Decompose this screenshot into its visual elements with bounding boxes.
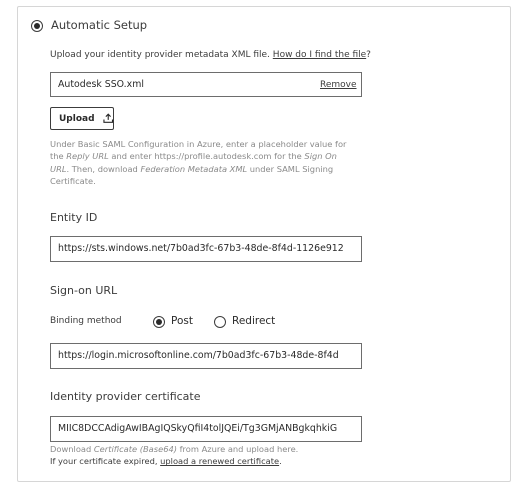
certificate-help: Download Certificate (Base64) from Azure… bbox=[50, 444, 299, 467]
entity-id-input[interactable]: https://sts.windows.net/7b0ad3fc-67b3-48… bbox=[50, 236, 362, 262]
binding-redirect-label: Redirect bbox=[232, 315, 276, 327]
upload-button-label: Upload bbox=[59, 113, 95, 124]
upload-renewed-certificate-link[interactable]: upload a renewed certificate bbox=[160, 456, 279, 466]
upload-prompt: Upload your identity provider metadata X… bbox=[50, 50, 371, 60]
binding-post-radio[interactable] bbox=[153, 316, 165, 328]
upload-icon bbox=[102, 113, 113, 123]
binding-redirect-radio[interactable] bbox=[214, 316, 226, 328]
sign-on-url-label: Sign-on URL bbox=[50, 284, 118, 297]
upload-button[interactable]: Upload bbox=[50, 107, 114, 130]
binding-post-label: Post bbox=[171, 315, 193, 327]
metadata-file-field: Autodesk SSO.xml bbox=[50, 72, 362, 97]
automatic-setup-label: Automatic Setup bbox=[51, 18, 148, 32]
binding-method-label: Binding method bbox=[50, 316, 122, 326]
automatic-setup-radio[interactable] bbox=[31, 20, 43, 32]
file-name: Autodesk SSO.xml bbox=[58, 79, 144, 90]
sign-on-url-input[interactable]: https://login.microsoftonline.com/7b0ad3… bbox=[50, 343, 362, 369]
certificate-label: Identity provider certificate bbox=[50, 390, 201, 403]
how-find-file-link[interactable]: How do I find the file bbox=[273, 50, 366, 60]
remove-file-link[interactable]: Remove bbox=[320, 80, 357, 90]
entity-id-label: Entity ID bbox=[50, 211, 98, 224]
azure-instructions: Under Basic SAML Configuration in Azure,… bbox=[50, 139, 347, 187]
certificate-input[interactable]: MIIC8DCCAdigAwIBAgIQSkyQfiI4tolJQEi/Tg3G… bbox=[50, 416, 362, 442]
